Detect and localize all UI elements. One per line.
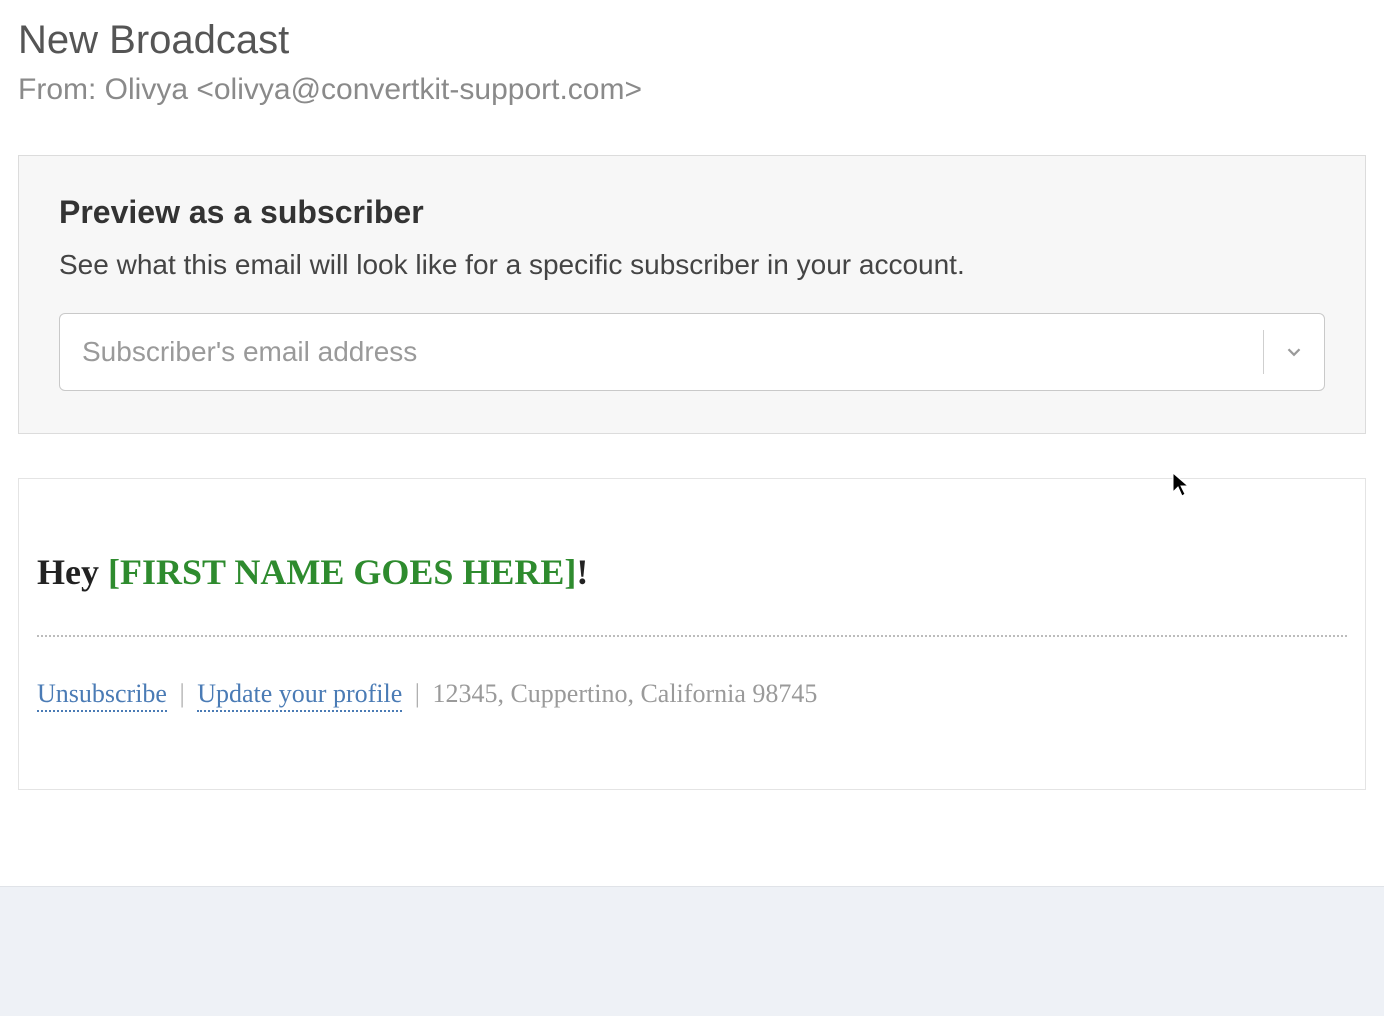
subscriber-email-input[interactable] — [60, 314, 1263, 390]
email-greeting: Hey [FIRST NAME GOES HERE]! — [37, 551, 1347, 593]
chevron-down-icon[interactable] — [1264, 314, 1324, 390]
unsubscribe-link[interactable]: Unsubscribe — [37, 679, 167, 712]
preview-description: See what this email will look like for a… — [59, 249, 1325, 281]
from-line: From: Olivya <olivya@convertkit-support.… — [0, 63, 1384, 107]
preview-card: Preview as a subscriber See what this em… — [18, 155, 1366, 434]
greeting-suffix: ! — [576, 552, 588, 592]
update-profile-link[interactable]: Update your profile — [197, 679, 402, 712]
email-footer: Unsubscribe | Update your profile | 1234… — [37, 679, 1347, 709]
greeting-prefix: Hey — [37, 552, 108, 592]
bottom-band — [0, 886, 1384, 1016]
footer-separator-2: | — [415, 679, 420, 708]
page-title: New Broadcast — [0, 0, 1384, 63]
footer-address: 12345, Cuppertino, California 98745 — [432, 679, 817, 708]
footer-separator-1: | — [179, 679, 184, 708]
dotted-divider — [37, 635, 1347, 637]
preview-title: Preview as a subscriber — [59, 194, 1325, 231]
subscriber-select[interactable] — [59, 313, 1325, 391]
email-preview-card: Hey [FIRST NAME GOES HERE]! Unsubscribe … — [18, 478, 1366, 790]
greeting-placeholder: [FIRST NAME GOES HERE] — [108, 552, 576, 592]
